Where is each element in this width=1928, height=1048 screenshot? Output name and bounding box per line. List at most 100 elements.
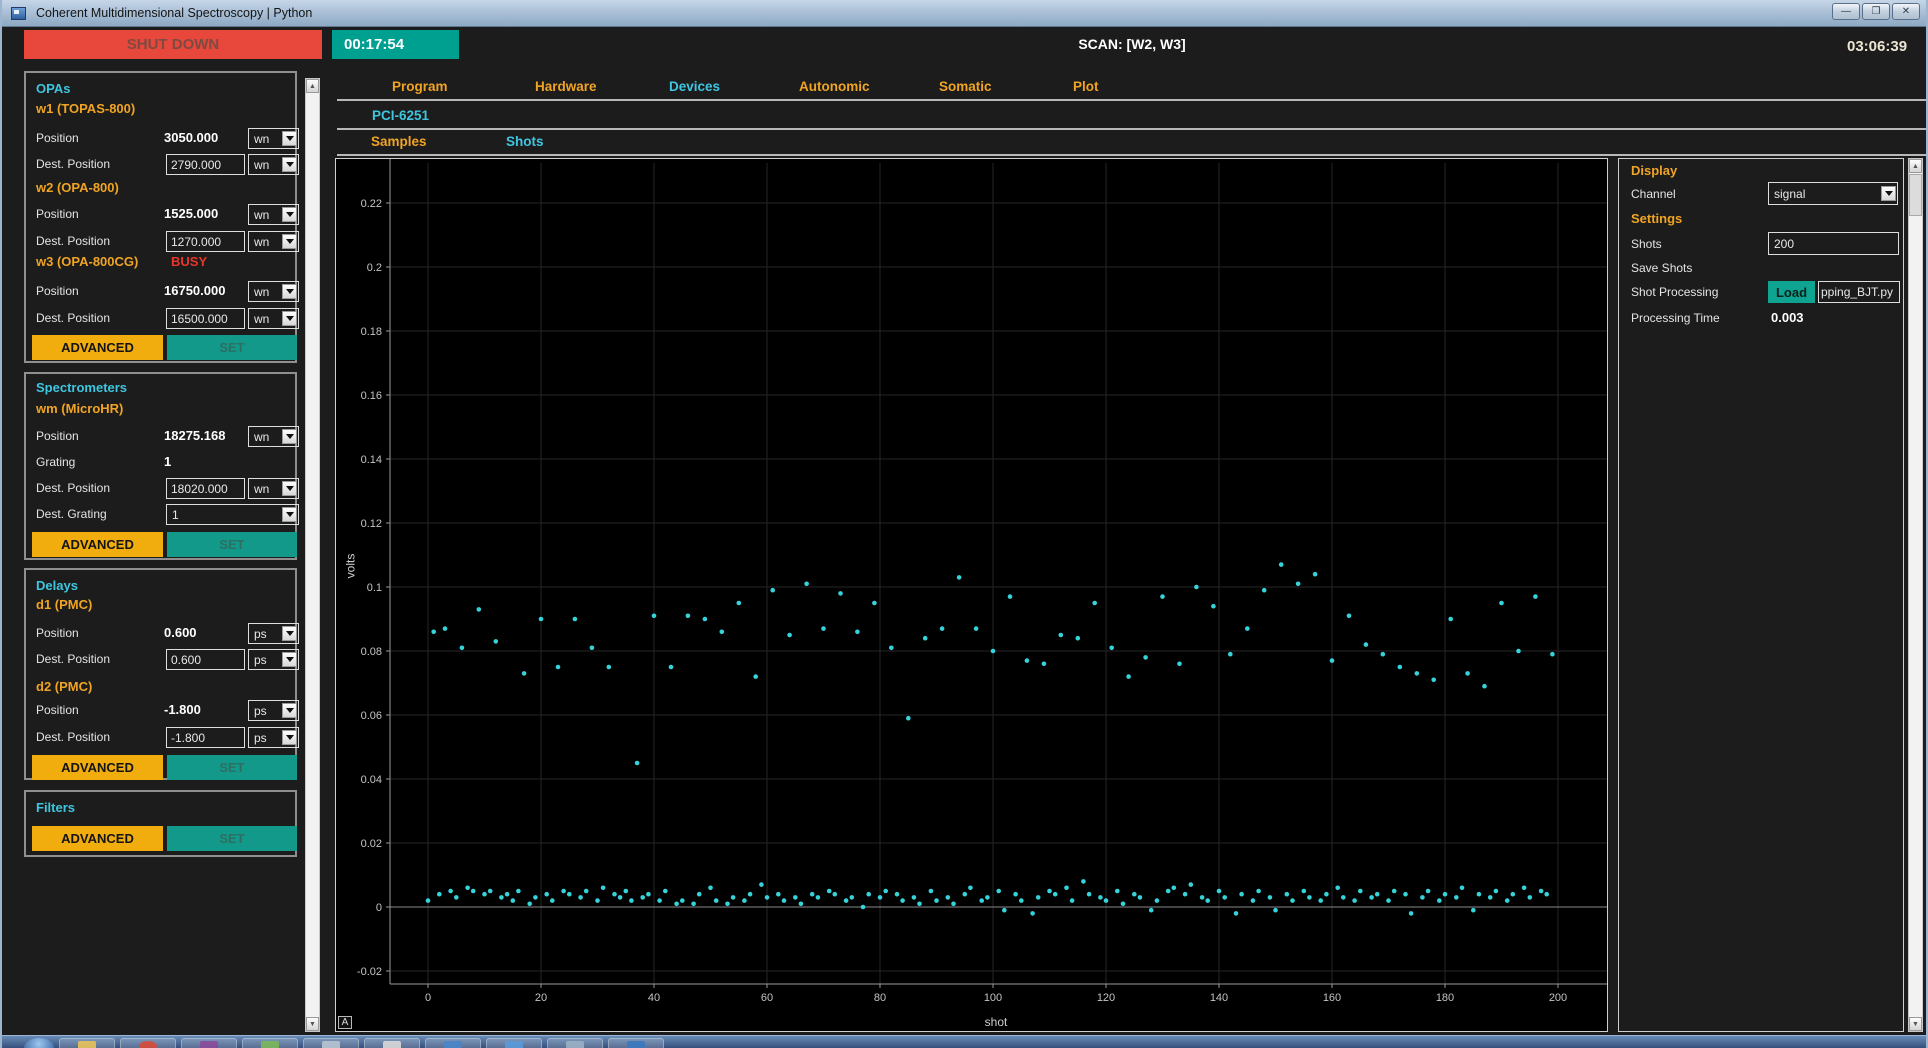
- chevron-down-icon[interactable]: [282, 626, 297, 641]
- chevron-down-icon[interactable]: [282, 157, 297, 172]
- taskbar-app-button[interactable]: [120, 1038, 176, 1048]
- chevron-down-icon[interactable]: [282, 481, 297, 496]
- delays-set-button[interactable]: SET: [167, 755, 297, 780]
- w3-dest-units-value: wn: [249, 312, 282, 326]
- opas-advanced-button[interactable]: ADVANCED: [32, 335, 163, 360]
- taskbar-app-button[interactable]: [547, 1038, 603, 1048]
- tab-devices[interactable]: Devices: [669, 79, 720, 94]
- scroll-up-icon[interactable]: ▲: [306, 79, 319, 93]
- tab-hardware[interactable]: Hardware: [535, 79, 597, 94]
- taskbar-app-button[interactable]: [608, 1038, 664, 1048]
- tab-plot[interactable]: Plot: [1073, 79, 1099, 94]
- channel-value: signal: [1769, 187, 1881, 201]
- tab-autonomic[interactable]: Autonomic: [799, 79, 870, 94]
- w3-dest-units[interactable]: wn: [248, 308, 299, 329]
- taskbar-app-button[interactable]: [303, 1038, 359, 1048]
- autoscale-button[interactable]: A: [338, 1016, 352, 1029]
- d1-dest-units[interactable]: ps: [248, 649, 299, 670]
- w3-dest-label: Dest. Position: [36, 308, 110, 328]
- chevron-down-icon[interactable]: [282, 207, 297, 222]
- svg-text:0.02: 0.02: [361, 838, 382, 850]
- wm-dest-grating-select[interactable]: 1: [166, 504, 299, 525]
- d2-position-units[interactable]: ps: [248, 700, 299, 721]
- d2-dest-input[interactable]: [166, 727, 245, 748]
- d1-position-units-value: ps: [249, 627, 282, 641]
- w3-position-units[interactable]: wn: [248, 281, 299, 302]
- delays-advanced-button[interactable]: ADVANCED: [32, 755, 163, 780]
- shots-input[interactable]: [1768, 232, 1899, 255]
- spectrometers-set-button[interactable]: SET: [167, 532, 297, 557]
- chevron-down-icon[interactable]: [282, 234, 297, 249]
- d2-dest-units[interactable]: ps: [248, 727, 299, 748]
- w1-dest-input[interactable]: [166, 154, 245, 175]
- chevron-down-icon[interactable]: [282, 730, 297, 745]
- chevron-down-icon[interactable]: [282, 131, 297, 146]
- w2-position-units[interactable]: wn: [248, 204, 299, 225]
- svg-text:100: 100: [984, 992, 1002, 1004]
- d1-dest-input[interactable]: [166, 649, 245, 670]
- shutdown-button[interactable]: SHUT DOWN: [24, 30, 322, 59]
- taskbar-app-button[interactable]: [364, 1038, 420, 1048]
- svg-text:0.12: 0.12: [361, 518, 382, 530]
- w1-position-units-value: wn: [249, 132, 282, 146]
- chevron-down-icon[interactable]: [282, 429, 297, 444]
- d1-position-value: 0.600: [164, 625, 197, 640]
- right-scrollbar[interactable]: ▲ ▼: [1908, 158, 1923, 1032]
- y-axis-label: volts: [343, 554, 357, 579]
- taskbar-app-button[interactable]: [425, 1038, 481, 1048]
- svg-text:-0.02: -0.02: [357, 966, 382, 978]
- wm-name: wm (MicroHR): [36, 401, 123, 419]
- scroll-down-icon[interactable]: ▼: [306, 1017, 319, 1031]
- tab-samples[interactable]: Samples: [371, 134, 427, 149]
- minimize-button[interactable]: —: [1832, 3, 1860, 20]
- channel-select[interactable]: signal: [1768, 182, 1898, 205]
- processing-file-input[interactable]: [1818, 281, 1900, 303]
- w1-dest-units[interactable]: wn: [248, 154, 299, 175]
- taskbar-app-button[interactable]: [486, 1038, 542, 1048]
- opas-set-button[interactable]: SET: [167, 335, 297, 360]
- left-scrollbar[interactable]: ▲ ▼: [305, 78, 320, 1032]
- w2-dest-input[interactable]: [166, 231, 245, 252]
- chevron-down-icon[interactable]: [282, 703, 297, 718]
- load-script-button[interactable]: Load: [1768, 281, 1815, 303]
- scroll-down-icon[interactable]: ▼: [1909, 1017, 1922, 1031]
- wm-position-units[interactable]: wn: [248, 426, 299, 447]
- chevron-down-icon[interactable]: [282, 284, 297, 299]
- tab-shots[interactable]: Shots: [506, 134, 544, 149]
- chevron-down-icon[interactable]: [282, 507, 297, 522]
- start-orb-icon[interactable]: [24, 1038, 54, 1048]
- svg-text:40: 40: [648, 992, 660, 1004]
- scatter-plot-canvas[interactable]: -0.0200.020.040.060.080.10.120.140.160.1…: [336, 159, 1607, 1031]
- d2-position-value: -1.800: [164, 702, 201, 717]
- svg-text:0.1: 0.1: [367, 582, 382, 594]
- spectrometers-advanced-button[interactable]: ADVANCED: [32, 532, 163, 557]
- wm-dest-input[interactable]: [166, 478, 245, 499]
- taskbar-app-button[interactable]: [242, 1038, 298, 1048]
- w1-position-units[interactable]: wn: [248, 128, 299, 149]
- w1-dest-units-value: wn: [249, 158, 282, 172]
- filters-advanced-button[interactable]: ADVANCED: [32, 826, 163, 851]
- taskbar-app-button[interactable]: [59, 1038, 115, 1048]
- windows-taskbar[interactable]: [2, 1035, 1926, 1048]
- w2-dest-units[interactable]: wn: [248, 231, 299, 252]
- shots-plot[interactable]: -0.0200.020.040.060.080.10.120.140.160.1…: [335, 158, 1608, 1032]
- tab-pci-6251[interactable]: PCI-6251: [372, 108, 429, 123]
- d2-dest-label: Dest. Position: [36, 727, 110, 747]
- w3-dest-input[interactable]: [166, 308, 245, 329]
- close-button[interactable]: ✕: [1892, 3, 1920, 20]
- filters-set-button[interactable]: SET: [167, 826, 297, 851]
- restore-button[interactable]: ❐: [1862, 3, 1890, 20]
- svg-text:0.16: 0.16: [361, 390, 382, 402]
- scrollbar-thumb[interactable]: [1909, 174, 1922, 216]
- tab-program[interactable]: Program: [392, 79, 448, 94]
- chevron-down-icon[interactable]: [282, 311, 297, 326]
- shot-processing-label: Shot Processing: [1631, 285, 1718, 299]
- scroll-up-icon[interactable]: ▲: [1909, 159, 1922, 173]
- svg-text:0.22: 0.22: [361, 198, 382, 210]
- chevron-down-icon[interactable]: [282, 652, 297, 667]
- taskbar-app-button[interactable]: [181, 1038, 237, 1048]
- wm-dest-units[interactable]: wn: [248, 478, 299, 499]
- chevron-down-icon[interactable]: [1881, 186, 1896, 201]
- tab-somatic[interactable]: Somatic: [939, 79, 992, 94]
- d1-position-units[interactable]: ps: [248, 623, 299, 644]
